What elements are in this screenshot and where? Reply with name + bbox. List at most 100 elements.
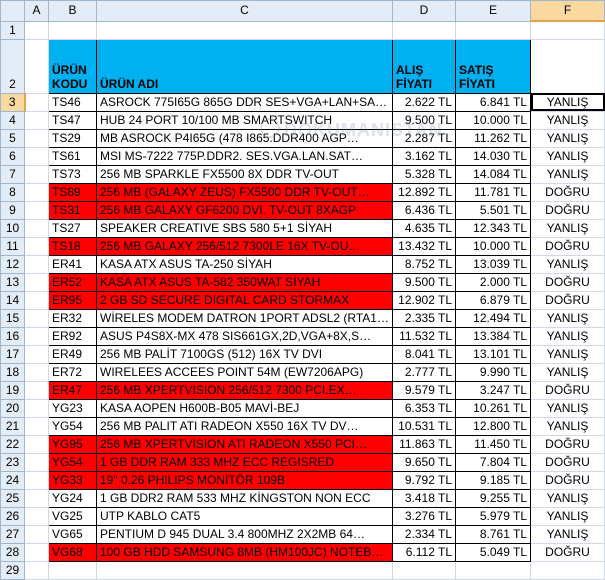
sell-price-cell[interactable]: 12.343 TL: [455, 218, 531, 238]
product-code-cell[interactable]: VG25: [48, 506, 97, 526]
product-code-cell[interactable]: TS29: [48, 128, 97, 148]
cell[interactable]: [24, 254, 49, 274]
cell[interactable]: [48, 560, 97, 580]
row-header[interactable]: 25: [0, 488, 25, 508]
product-name-cell[interactable]: UTP KABLO CAT5: [96, 506, 393, 526]
buy-price-cell[interactable]: 6.112 TL: [392, 542, 456, 562]
row-header[interactable]: 9: [0, 200, 25, 220]
result-cell[interactable]: DOĞRU: [530, 272, 605, 292]
row-header[interactable]: 10: [0, 218, 25, 238]
product-name-cell[interactable]: WIRELEES ACCEES POINT 54M (EW7206APG): [96, 362, 393, 382]
buy-price-cell[interactable]: 2.287 TL: [392, 128, 456, 148]
sell-price-cell[interactable]: 5.501 TL: [455, 200, 531, 220]
product-code-cell[interactable]: ER52: [48, 272, 97, 292]
buy-price-cell[interactable]: 12.902 TL: [392, 290, 456, 310]
product-code-cell[interactable]: TS31: [48, 200, 97, 220]
buy-price-cell[interactable]: 11.532 TL: [392, 326, 456, 346]
buy-price-cell[interactable]: 2.335 TL: [392, 308, 456, 328]
cell[interactable]: [455, 560, 531, 580]
row-header[interactable]: 3: [0, 92, 26, 112]
buy-price-cell[interactable]: 3.162 TL: [392, 146, 456, 166]
buy-price-cell[interactable]: 8.041 TL: [392, 344, 456, 364]
row-header[interactable]: 24: [0, 470, 25, 490]
cell[interactable]: [24, 128, 49, 148]
product-name-cell[interactable]: 256 MB SPARKLE FX5500 8X DDR TV-OUT: [96, 164, 393, 184]
product-name-cell[interactable]: KASA ATX ASUS TA-582 350WAT SİYAH: [96, 272, 393, 292]
cell[interactable]: [96, 20, 393, 40]
product-name-cell[interactable]: WİRELES MODEM DATRON 1PORT ADSL2 (RTA1…: [96, 308, 393, 328]
product-name-cell[interactable]: MB ASROCK P4I65G (478 I865.DDR400 AGP…: [96, 128, 393, 148]
result-cell[interactable]: YANLIŞ: [530, 506, 605, 526]
product-code-cell[interactable]: ER47: [48, 380, 97, 400]
result-cell[interactable]: YANLIŞ: [530, 146, 605, 166]
row-header[interactable]: 5: [0, 128, 25, 148]
row-header[interactable]: 26: [0, 506, 25, 526]
row-header[interactable]: 8: [0, 182, 25, 202]
buy-price-cell[interactable]: 13.432 TL: [392, 236, 456, 256]
buy-price-cell[interactable]: 10.531 TL: [392, 416, 456, 436]
result-cell[interactable]: YANLIŞ: [530, 92, 605, 112]
result-cell[interactable]: YANLIŞ: [530, 524, 605, 544]
sell-price-cell[interactable]: 14.084 TL: [455, 164, 531, 184]
cell[interactable]: [392, 560, 456, 580]
product-code-cell[interactable]: YG33: [48, 470, 97, 490]
header-cell-name[interactable]: ÜRÜN ADI: [96, 38, 393, 94]
product-name-cell[interactable]: 256 MB GALAXY 256/512 7300LE 16X TV-OU…: [96, 236, 393, 256]
cell[interactable]: [24, 38, 49, 94]
cell[interactable]: [24, 272, 49, 292]
cell[interactable]: [24, 434, 49, 454]
row-header[interactable]: 17: [0, 344, 25, 364]
sell-price-cell[interactable]: 5.049 TL: [455, 542, 531, 562]
row-header[interactable]: 22: [0, 434, 25, 454]
result-cell[interactable]: YANLIŞ: [530, 164, 605, 184]
cell[interactable]: [24, 452, 49, 472]
result-cell[interactable]: YANLIŞ: [530, 308, 605, 328]
product-name-cell[interactable]: PENTIUM D 945 DUAL 3.4 800MHZ 2X2MB 64…: [96, 524, 393, 544]
row-header[interactable]: 7: [0, 164, 25, 184]
product-name-cell[interactable]: 2 GB SD SECURE DIGITAL CARD STORMAX: [96, 290, 393, 310]
cell[interactable]: [24, 506, 49, 526]
cell[interactable]: [24, 146, 49, 166]
result-cell[interactable]: YANLIŞ: [530, 110, 605, 130]
sell-price-cell[interactable]: 13.384 TL: [455, 326, 531, 346]
sell-price-cell[interactable]: 3.247 TL: [455, 380, 531, 400]
product-code-cell[interactable]: ER41: [48, 254, 97, 274]
cell[interactable]: [24, 110, 49, 130]
cell[interactable]: [24, 380, 49, 400]
product-code-cell[interactable]: YG24: [48, 488, 97, 508]
cell[interactable]: [530, 38, 605, 94]
cell[interactable]: [96, 560, 393, 580]
row-header[interactable]: 23: [0, 452, 25, 472]
cell[interactable]: [24, 20, 49, 40]
column-header-d[interactable]: D: [392, 0, 456, 22]
sell-price-cell[interactable]: 12.800 TL: [455, 416, 531, 436]
sell-price-cell[interactable]: 9.185 TL: [455, 470, 531, 490]
product-code-cell[interactable]: ER32: [48, 308, 97, 328]
cell[interactable]: [24, 524, 49, 544]
product-code-cell[interactable]: TS18: [48, 236, 97, 256]
product-name-cell[interactable]: 100 GB HDD SAMSUNG 8MB (HM100JC) NOTEB…: [96, 542, 393, 562]
sell-price-cell[interactable]: 10.000 TL: [455, 110, 531, 130]
row-header[interactable]: 29: [0, 560, 25, 580]
product-code-cell[interactable]: VG65: [48, 524, 97, 544]
product-name-cell[interactable]: HUB 24 PORT 10/100 MB SMARTSWITCH: [96, 110, 393, 130]
product-code-cell[interactable]: ER49: [48, 344, 97, 364]
cell[interactable]: [24, 416, 49, 436]
buy-price-cell[interactable]: 6.436 TL: [392, 200, 456, 220]
cell[interactable]: [24, 236, 49, 256]
cell[interactable]: [24, 470, 49, 490]
result-cell[interactable]: YANLIŞ: [530, 128, 605, 148]
result-cell[interactable]: YANLIŞ: [530, 218, 605, 238]
buy-price-cell[interactable]: 5.328 TL: [392, 164, 456, 184]
sell-price-cell[interactable]: 11.450 TL: [455, 434, 531, 454]
product-name-cell[interactable]: 256 MB PALIT ATI RADEON X550 16X TV DV…: [96, 416, 393, 436]
header-cell-buy-price[interactable]: ALIŞ FİYATI: [392, 38, 456, 94]
row-header[interactable]: 12: [0, 254, 25, 274]
sell-price-cell[interactable]: 11.781 TL: [455, 182, 531, 202]
product-name-cell[interactable]: 256 MB PALİT 7100GS (512) 16X TV DVI: [96, 344, 393, 364]
cell[interactable]: [24, 362, 49, 382]
row-header[interactable]: 21: [0, 416, 25, 436]
product-code-cell[interactable]: YG54: [48, 452, 97, 472]
buy-price-cell[interactable]: 3.276 TL: [392, 506, 456, 526]
product-name-cell[interactable]: KASA ATX ASUS TA-250 SİYAH: [96, 254, 393, 274]
